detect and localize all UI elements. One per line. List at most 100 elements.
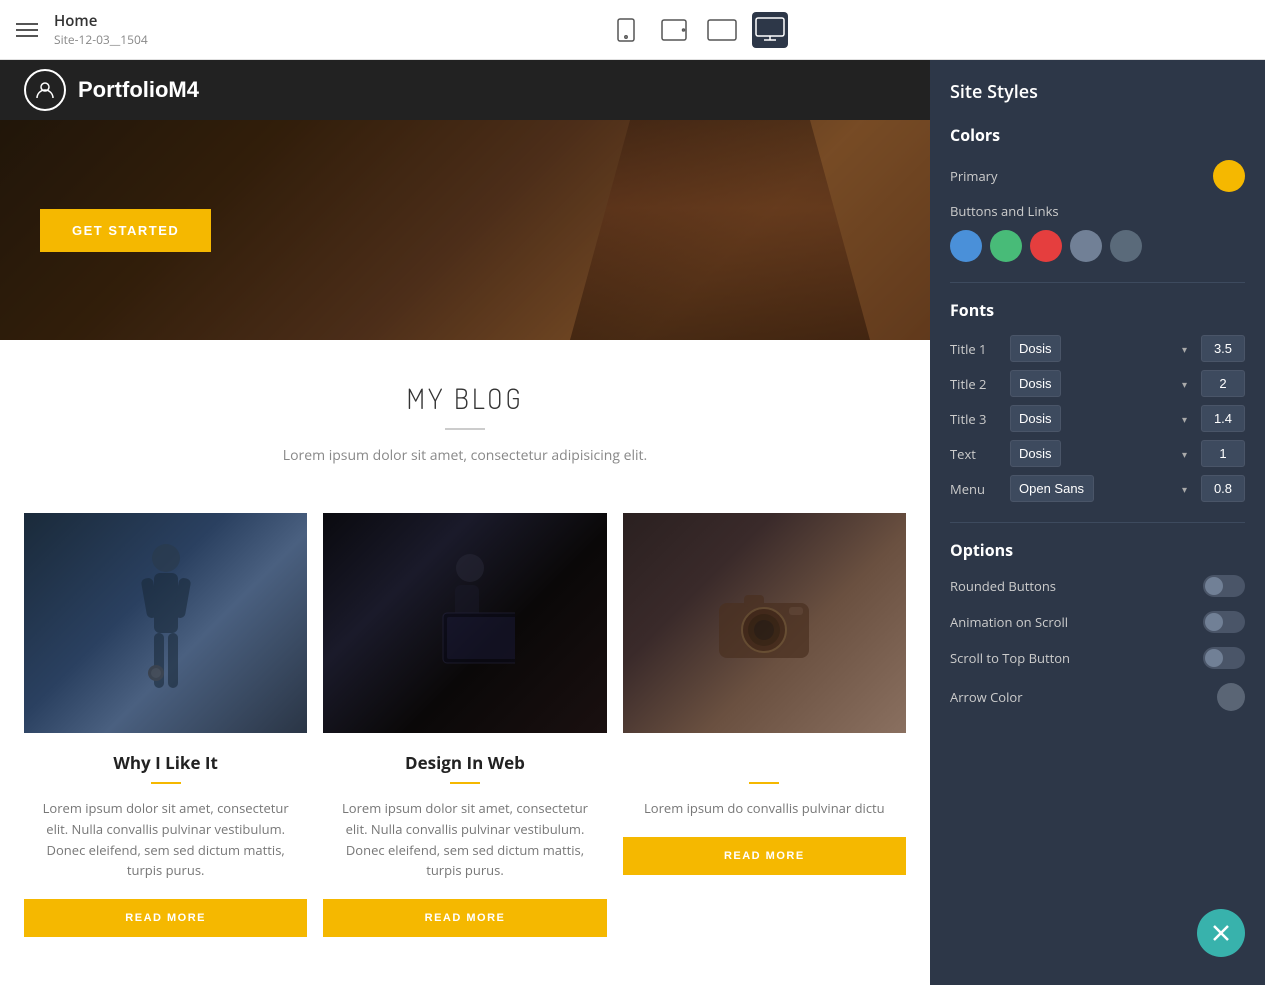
font-label-text: Text [950, 445, 1002, 463]
btn-color-green[interactable] [990, 230, 1022, 262]
scroll-top-label: Scroll to Top Button [950, 649, 1070, 667]
blog-section: MY BLOG Lorem ipsum dolor sit amet, cons… [0, 340, 930, 513]
font-select-wrapper-title1: Dosis [1010, 335, 1193, 362]
font-select-wrapper-title2: Dosis [1010, 370, 1193, 397]
fonts-section: Fonts Title 1 Dosis Title 2 Dosis [950, 299, 1245, 502]
font-row-title3: Title 3 Dosis [950, 405, 1245, 432]
site-name: Site-12-03__1504 [54, 31, 148, 48]
divider-2 [950, 522, 1245, 523]
font-size-title2[interactable] [1201, 370, 1245, 397]
hero-section: GET STARTED [0, 120, 930, 340]
font-select-title3[interactable]: Dosis [1010, 405, 1061, 432]
font-select-wrapper-title3: Dosis [1010, 405, 1193, 432]
font-size-title3[interactable] [1201, 405, 1245, 432]
font-select-title2[interactable]: Dosis [1010, 370, 1061, 397]
font-size-title1[interactable] [1201, 335, 1245, 362]
options-heading: Options [950, 539, 1245, 561]
right-panel: Site Styles Colors Primary Buttons and L… [930, 60, 1265, 985]
blog-card-1-text: Lorem ipsum dolor sit amet, consectetur … [24, 798, 307, 881]
hamburger-menu[interactable] [16, 23, 38, 37]
primary-color-row: Primary [950, 160, 1245, 192]
btn-color-dark[interactable] [1110, 230, 1142, 262]
device-tablet[interactable] [656, 12, 692, 48]
font-row-text: Text Dosis [950, 440, 1245, 467]
blog-grid: Why I Like It Lorem ipsum dolor sit amet… [0, 513, 930, 937]
blog-card-3-image [623, 513, 906, 733]
site-logo: PortfolioM4 [24, 69, 199, 111]
font-size-menu[interactable] [1201, 475, 1245, 502]
main-area: PortfolioM4 GET STARTED MY BLOG Lorem ip… [0, 60, 1265, 985]
close-icon [1212, 924, 1230, 942]
blog-subtitle: Lorem ipsum dolor sit amet, consectetur … [24, 446, 906, 465]
font-select-menu[interactable]: Open Sans [1010, 475, 1094, 502]
blog-card-3: placeholder Lorem ipsum do convallis pul… [615, 513, 914, 937]
font-size-text[interactable] [1201, 440, 1245, 467]
button-color-circles [950, 230, 1245, 262]
canvas: PortfolioM4 GET STARTED MY BLOG Lorem ip… [0, 60, 930, 985]
primary-label: Primary [950, 167, 998, 185]
site-header: PortfolioM4 [0, 60, 930, 120]
blog-card-2-title: Design In Web [323, 751, 606, 774]
device-desktop[interactable] [752, 12, 788, 48]
blog-title: MY BLOG [24, 380, 906, 416]
font-row-title1: Title 1 Dosis [950, 335, 1245, 362]
option-animation-scroll: Animation on Scroll [950, 611, 1245, 633]
device-tablet-wide[interactable] [704, 12, 740, 48]
font-select-title1[interactable]: Dosis [1010, 335, 1061, 362]
blog-card-1-image [24, 513, 307, 733]
primary-color-circle[interactable] [1213, 160, 1245, 192]
scroll-top-toggle[interactable] [1203, 647, 1245, 669]
font-label-title2: Title 2 [950, 375, 1002, 393]
page-name: Home [54, 11, 148, 31]
option-scroll-top: Scroll to Top Button [950, 647, 1245, 669]
divider-1 [950, 282, 1245, 283]
option-rounded-buttons: Rounded Buttons [950, 575, 1245, 597]
btn-color-blue[interactable] [950, 230, 982, 262]
device-icons [608, 12, 788, 48]
animation-scroll-label: Animation on Scroll [950, 613, 1068, 631]
font-row-title2: Title 2 Dosis [950, 370, 1245, 397]
fab-button[interactable] [1197, 909, 1245, 957]
arrow-color-label: Arrow Color [950, 688, 1023, 706]
rounded-buttons-toggle[interactable] [1203, 575, 1245, 597]
blog-title-divider [445, 428, 485, 430]
logo-icon [24, 69, 66, 111]
blog-card-2: Design In Web Lorem ipsum dolor sit amet… [315, 513, 614, 937]
blog-card-2-text: Lorem ipsum dolor sit amet, consectetur … [323, 798, 606, 881]
get-started-button[interactable]: GET STARTED [40, 209, 211, 252]
font-label-title1: Title 1 [950, 340, 1002, 358]
font-label-title3: Title 3 [950, 410, 1002, 428]
font-row-menu: Menu Open Sans [950, 475, 1245, 502]
font-select-wrapper-text: Dosis [1010, 440, 1193, 467]
buttons-label: Buttons and Links [950, 202, 1059, 220]
buttons-color-row: Buttons and Links [950, 202, 1245, 220]
top-bar-title: Home Site-12-03__1504 [54, 11, 148, 48]
arrow-color-circle[interactable] [1217, 683, 1245, 711]
btn-color-gray[interactable] [1070, 230, 1102, 262]
panel-title: Site Styles [950, 80, 1245, 104]
btn-color-red[interactable] [1030, 230, 1062, 262]
blog-card-1: Why I Like It Lorem ipsum dolor sit amet… [16, 513, 315, 937]
blog-card-1-btn[interactable]: READ MORE [24, 899, 307, 937]
option-arrow-color: Arrow Color [950, 683, 1245, 711]
device-mobile[interactable] [608, 12, 644, 48]
rounded-buttons-label: Rounded Buttons [950, 577, 1056, 595]
blog-card-1-title: Why I Like It [24, 751, 307, 774]
blog-card-2-btn[interactable]: READ MORE [323, 899, 606, 937]
blog-card-2-image [323, 513, 606, 733]
blog-card-1-divider [151, 782, 181, 784]
font-select-wrapper-menu: Open Sans [1010, 475, 1193, 502]
blog-card-3-text: Lorem ipsum do convallis pulvinar dictu [623, 798, 906, 819]
blog-card-3-divider [749, 782, 779, 784]
animation-scroll-toggle[interactable] [1203, 611, 1245, 633]
colors-heading: Colors [950, 124, 1245, 146]
colors-section: Colors Primary Buttons and Links [950, 124, 1245, 262]
logo-text: PortfolioM4 [78, 77, 199, 103]
options-section: Options Rounded Buttons Animation on Scr… [950, 539, 1245, 711]
blog-card-3-btn[interactable]: READ MORE [623, 837, 906, 875]
font-label-menu: Menu [950, 480, 1002, 498]
top-bar: Home Site-12-03__1504 [0, 0, 1265, 60]
fonts-heading: Fonts [950, 299, 1245, 321]
font-select-text[interactable]: Dosis [1010, 440, 1061, 467]
blog-card-2-divider [450, 782, 480, 784]
